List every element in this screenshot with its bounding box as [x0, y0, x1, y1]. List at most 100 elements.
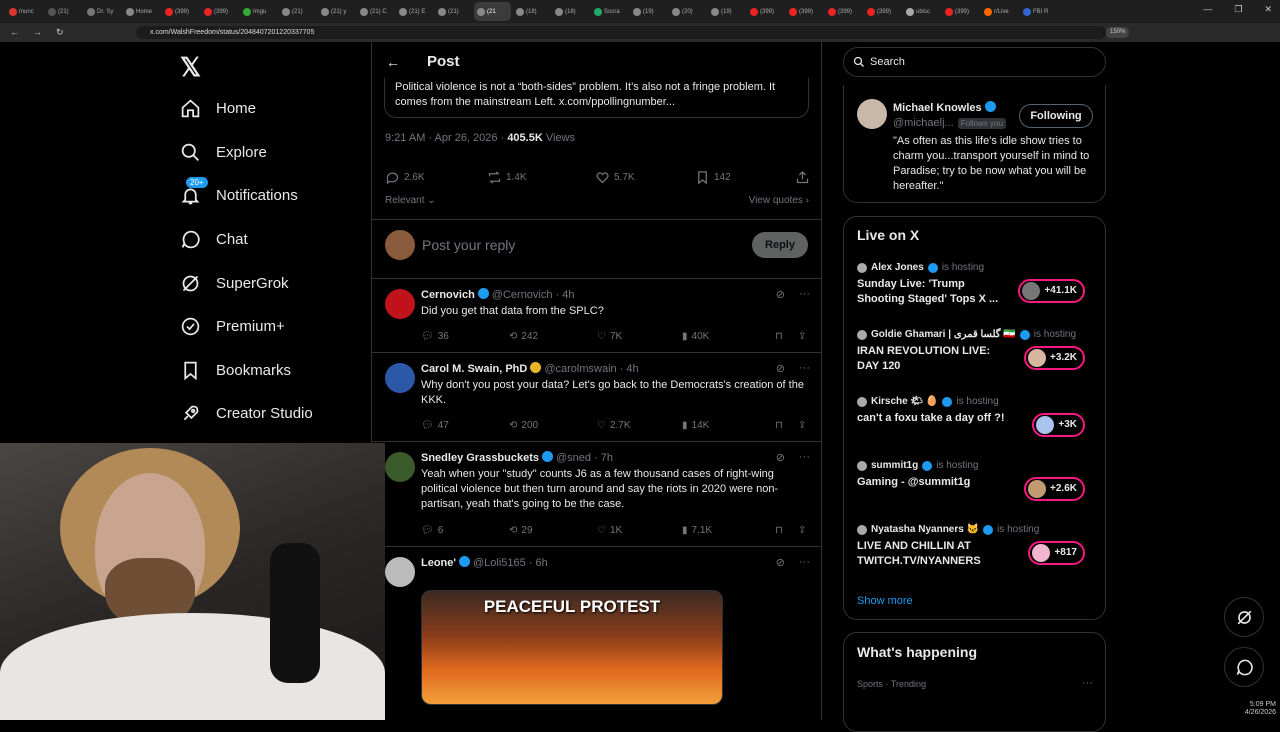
nav-item-home[interactable]: Home: [180, 98, 256, 119]
reply-button[interactable]: 💬︎ 47: [421, 420, 509, 431]
browser-tab[interactable]: (21) E: [396, 2, 433, 21]
browser-tab[interactable]: (20): [669, 2, 706, 21]
bookmark-button[interactable]: ⊓: [775, 331, 798, 342]
reload-icon[interactable]: ↻: [56, 27, 64, 38]
browser-tab[interactable]: (18): [552, 2, 589, 21]
browser-tab[interactable]: (19): [708, 2, 745, 21]
grok-icon[interactable]: ⊘: [776, 362, 785, 375]
tweet-image[interactable]: PEACEFUL PROTEST: [421, 590, 723, 705]
listener-count-pill[interactable]: +3.2K: [1024, 346, 1085, 370]
forward-icon[interactable]: →: [33, 27, 42, 38]
minimize-icon[interactable]: —: [1203, 4, 1212, 15]
back-arrow-icon[interactable]: ←: [386, 54, 400, 70]
browser-tab[interactable]: (21) C: [357, 2, 394, 21]
repost-button[interactable]: ⟲ 242: [509, 331, 597, 342]
browser-tab[interactable]: Socra: [591, 2, 628, 21]
listener-count-pill[interactable]: +3K: [1032, 413, 1085, 437]
reply-button[interactable]: Reply: [752, 232, 808, 258]
reply-button[interactable]: 💬︎ 36: [421, 331, 509, 342]
browser-tab[interactable]: (399): [942, 2, 979, 21]
listener-count-pill[interactable]: +817: [1028, 541, 1085, 565]
views-button[interactable]: ▮ 14K: [682, 420, 775, 431]
post-timestamp[interactable]: 9:21 AM · Apr 26, 2026 ·: [385, 132, 504, 144]
reply-input[interactable]: Post your reply: [422, 237, 515, 253]
maximize-icon[interactable]: ❐: [1234, 4, 1242, 15]
following-button[interactable]: Following: [1019, 104, 1093, 128]
like-button[interactable]: ♡ 1K: [597, 525, 682, 536]
nav-item-bookmarks[interactable]: Bookmarks: [180, 360, 291, 381]
browser-tab[interactable]: (21): [435, 2, 472, 21]
reply-tweet[interactable]: Carol M. Swain, PhD @carolmswain · 4h ⊘ ··…: [372, 353, 822, 442]
x-logo-icon[interactable]: 𝕏: [180, 52, 201, 83]
browser-tab[interactable]: (19): [630, 2, 667, 21]
more-icon[interactable]: ···: [799, 288, 810, 301]
repost-button[interactable]: ⟲ 200: [509, 420, 597, 431]
clock[interactable]: 5:09 PM 4/26/2026: [1245, 701, 1276, 717]
reply-button[interactable]: 💬︎ 6: [421, 525, 509, 536]
avatar[interactable]: [385, 363, 415, 393]
author-handle[interactable]: @Cernovich · 4h: [492, 289, 575, 301]
reply-tweet[interactable]: Snedley Grassbuckets @sned · 7h ⊘ ··· Yeah…: [372, 442, 822, 547]
nav-item-premium[interactable]: Premium+: [180, 316, 285, 337]
sort-dropdown[interactable]: Relevant ⌄: [385, 195, 436, 206]
browser-tab[interactable]: (18): [513, 2, 550, 21]
profile-name[interactable]: Michael Knowles: [893, 101, 996, 114]
browser-tab[interactable]: ubisc: [903, 2, 940, 21]
live-host-item[interactable]: Kirsche 🌤 🥚 is hosting can't a foxu take …: [857, 396, 1097, 437]
messages-fab-button[interactable]: [1224, 647, 1264, 687]
like-count-button[interactable]: 5.7K: [595, 170, 695, 185]
views-button[interactable]: ▮ 7.1K: [682, 525, 775, 536]
search-input[interactable]: Search: [843, 47, 1106, 77]
live-host-item[interactable]: Alex Jones is hosting Sunday Live: 'Trump…: [857, 262, 1097, 307]
browser-tab[interactable]: (399): [864, 2, 901, 21]
nav-item-notifications[interactable]: 20+ Notifications: [180, 177, 298, 206]
avatar[interactable]: [857, 99, 887, 129]
browser-tab[interactable]: (399): [162, 2, 199, 21]
bookmark-count-button[interactable]: 142: [695, 170, 795, 185]
share-button[interactable]: [795, 170, 810, 185]
browser-tab[interactable]: (399): [786, 2, 823, 21]
grok-fab-button[interactable]: [1224, 597, 1264, 637]
url-field[interactable]: x.com/WalshFreedom/status/20484072012203…: [136, 26, 1106, 39]
more-icon[interactable]: ···: [799, 451, 810, 464]
bookmark-button[interactable]: ⊓: [775, 420, 798, 431]
reply-count-button[interactable]: 2.6K: [385, 170, 487, 185]
author-handle[interactable]: @Loli5165 · 6h: [473, 557, 548, 569]
author-name[interactable]: Carol M. Swain, PhD: [421, 363, 527, 375]
reply-tweet[interactable]: Leone' @Loli5165 · 6h ⊘ ··· PEACEFUL PROTE…: [372, 547, 822, 720]
grok-icon[interactable]: ⊘: [776, 556, 785, 569]
author-handle[interactable]: @sned · 7h: [556, 452, 613, 464]
nav-item-supergrok[interactable]: SuperGrok: [180, 273, 289, 294]
nav-item-creator-studio[interactable]: Creator Studio: [180, 403, 313, 424]
avatar[interactable]: [385, 289, 415, 319]
browser-tab[interactable]: (21) y: [318, 2, 355, 21]
more-icon[interactable]: ···: [799, 362, 810, 375]
author-handle[interactable]: @carolmswain · 4h: [544, 363, 638, 375]
quoted-post[interactable]: Political violence is not a “both-sides”…: [384, 78, 809, 118]
share-button[interactable]: ⇪: [798, 525, 806, 536]
browser-tab[interactable]: Imgu: [240, 2, 277, 21]
more-icon[interactable]: ···: [1082, 677, 1093, 689]
zoom-badge[interactable]: 150%: [1106, 27, 1130, 38]
grok-icon[interactable]: ⊘: [776, 451, 785, 464]
browser-tab[interactable]: FBI R: [1020, 2, 1057, 21]
like-button[interactable]: ♡ 2.7K: [597, 420, 682, 431]
bookmark-button[interactable]: ⊓: [775, 525, 798, 536]
views-button[interactable]: ▮ 40K: [682, 331, 775, 342]
show-more-link[interactable]: Show more: [857, 595, 913, 607]
reply-tweet[interactable]: Cernovich @Cernovich · 4h ⊘ ··· Did you ge…: [372, 279, 822, 353]
repost-button[interactable]: ⟲ 29: [509, 525, 597, 536]
nav-item-explore[interactable]: Explore: [180, 142, 267, 163]
browser-tab[interactable]: r/Live: [981, 2, 1018, 21]
browser-tab[interactable]: (399): [825, 2, 862, 21]
live-host-item[interactable]: Nyatasha Nyanners 🐱 is hosting LIVE AND C…: [857, 524, 1097, 569]
live-host-item[interactable]: summit1g is hosting Gaming - @summit1g +2…: [857, 460, 1097, 501]
view-quotes-link[interactable]: View quotes ›: [749, 195, 809, 206]
browser-tab[interactable]: (21): [279, 2, 316, 21]
repost-count-button[interactable]: 1.4K: [487, 170, 595, 185]
nav-item-chat[interactable]: Chat: [180, 229, 248, 250]
like-button[interactable]: ♡ 7K: [597, 331, 682, 342]
live-host-item[interactable]: Goldie Ghamari | گلسا قمری 🇮🇷 is hosting …: [857, 329, 1097, 374]
listener-count-pill[interactable]: +41.1K: [1018, 279, 1085, 303]
author-name[interactable]: Leone': [421, 557, 456, 569]
